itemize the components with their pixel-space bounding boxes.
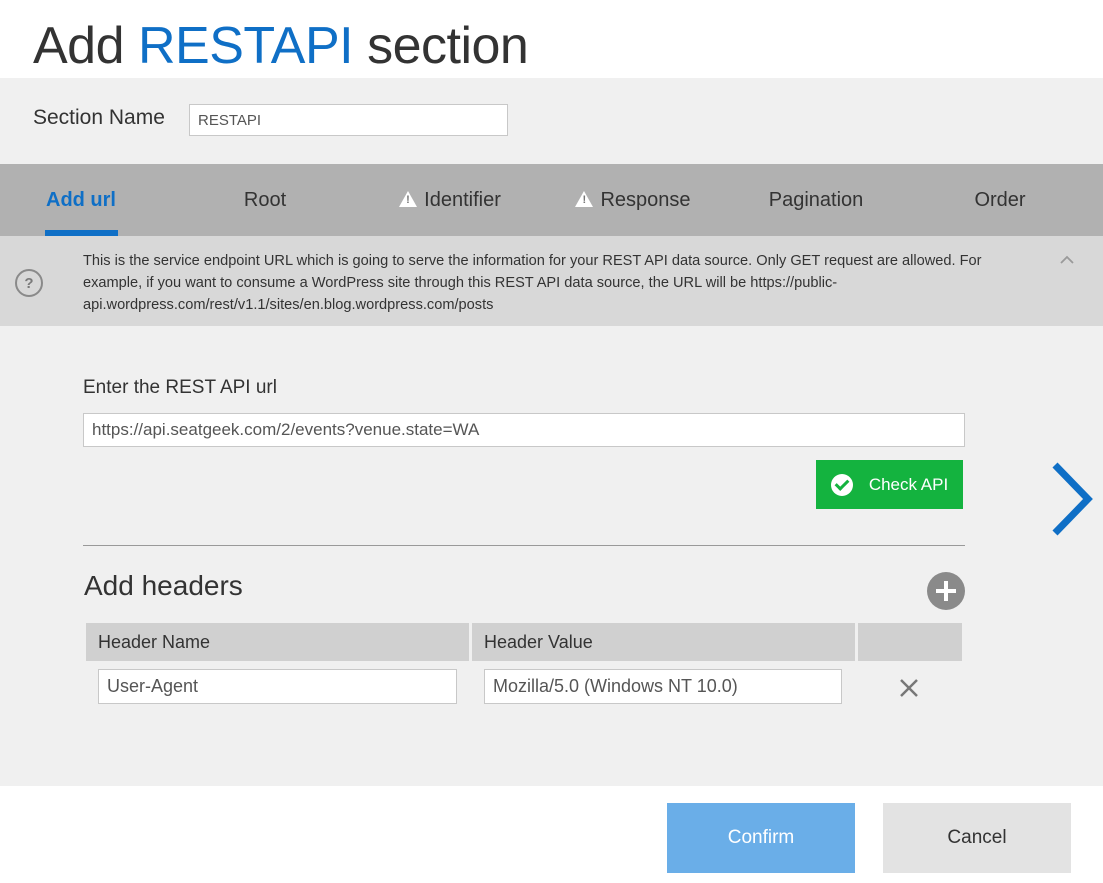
add-header-button[interactable] xyxy=(927,572,965,610)
warning-icon xyxy=(399,191,418,207)
check-api-button[interactable]: Check API xyxy=(816,460,963,509)
header-name-column: Header Name xyxy=(86,623,469,661)
page-title-suffix: section xyxy=(367,17,529,75)
page-title: Add RESTAPI section xyxy=(33,14,529,78)
check-circle-icon xyxy=(830,473,853,496)
tab-pagination[interactable]: Pagination xyxy=(756,164,876,236)
close-icon[interactable] xyxy=(898,677,920,699)
main-panel: Enter the REST API url Check API Add hea… xyxy=(0,326,1103,786)
divider xyxy=(83,545,965,546)
header-value-input[interactable] xyxy=(484,669,842,704)
help-icon[interactable]: ? xyxy=(15,269,43,297)
tab-response-label: Response xyxy=(600,188,691,211)
tab-order-label: Order xyxy=(974,188,1026,211)
tab-response[interactable]: Response xyxy=(567,164,699,236)
header-value-column: Header Value xyxy=(472,623,855,661)
tab-add-url-label: Add url xyxy=(46,188,116,211)
confirm-button[interactable]: Confirm xyxy=(667,803,855,873)
tab-add-url[interactable]: Add url xyxy=(38,164,124,236)
section-name-label: Section Name xyxy=(33,106,165,129)
section-name-input[interactable] xyxy=(189,104,508,136)
tab-pagination-label: Pagination xyxy=(768,188,864,211)
tab-root-label: Root xyxy=(243,188,287,211)
cancel-button[interactable]: Cancel xyxy=(883,803,1071,873)
chevron-up-icon[interactable] xyxy=(1060,253,1074,267)
url-input[interactable] xyxy=(83,413,965,447)
info-text: This is the service endpoint URL which i… xyxy=(83,253,982,313)
tab-bar: Add url Root Identifier Response Paginat… xyxy=(0,164,1103,236)
warning-icon xyxy=(575,191,594,207)
tab-root[interactable]: Root xyxy=(225,164,305,236)
headers-title: Add headers xyxy=(84,570,243,601)
check-api-label: Check API xyxy=(868,474,949,494)
page-title-accent: RESTAPI xyxy=(137,17,354,75)
info-panel: ? This is the service endpoint URL which… xyxy=(0,236,1103,326)
tab-identifier-label: Identifier xyxy=(424,188,501,211)
tab-identifier[interactable]: Identifier xyxy=(385,164,515,236)
url-label: Enter the REST API url xyxy=(83,377,277,398)
page-title-prefix: Add xyxy=(33,17,125,75)
header-actions-column xyxy=(858,623,962,661)
section-name-bar: Section Name xyxy=(0,78,1103,164)
header-name-input[interactable] xyxy=(98,669,457,704)
tab-order[interactable]: Order xyxy=(960,164,1040,236)
chevron-right-icon[interactable] xyxy=(1046,461,1096,537)
